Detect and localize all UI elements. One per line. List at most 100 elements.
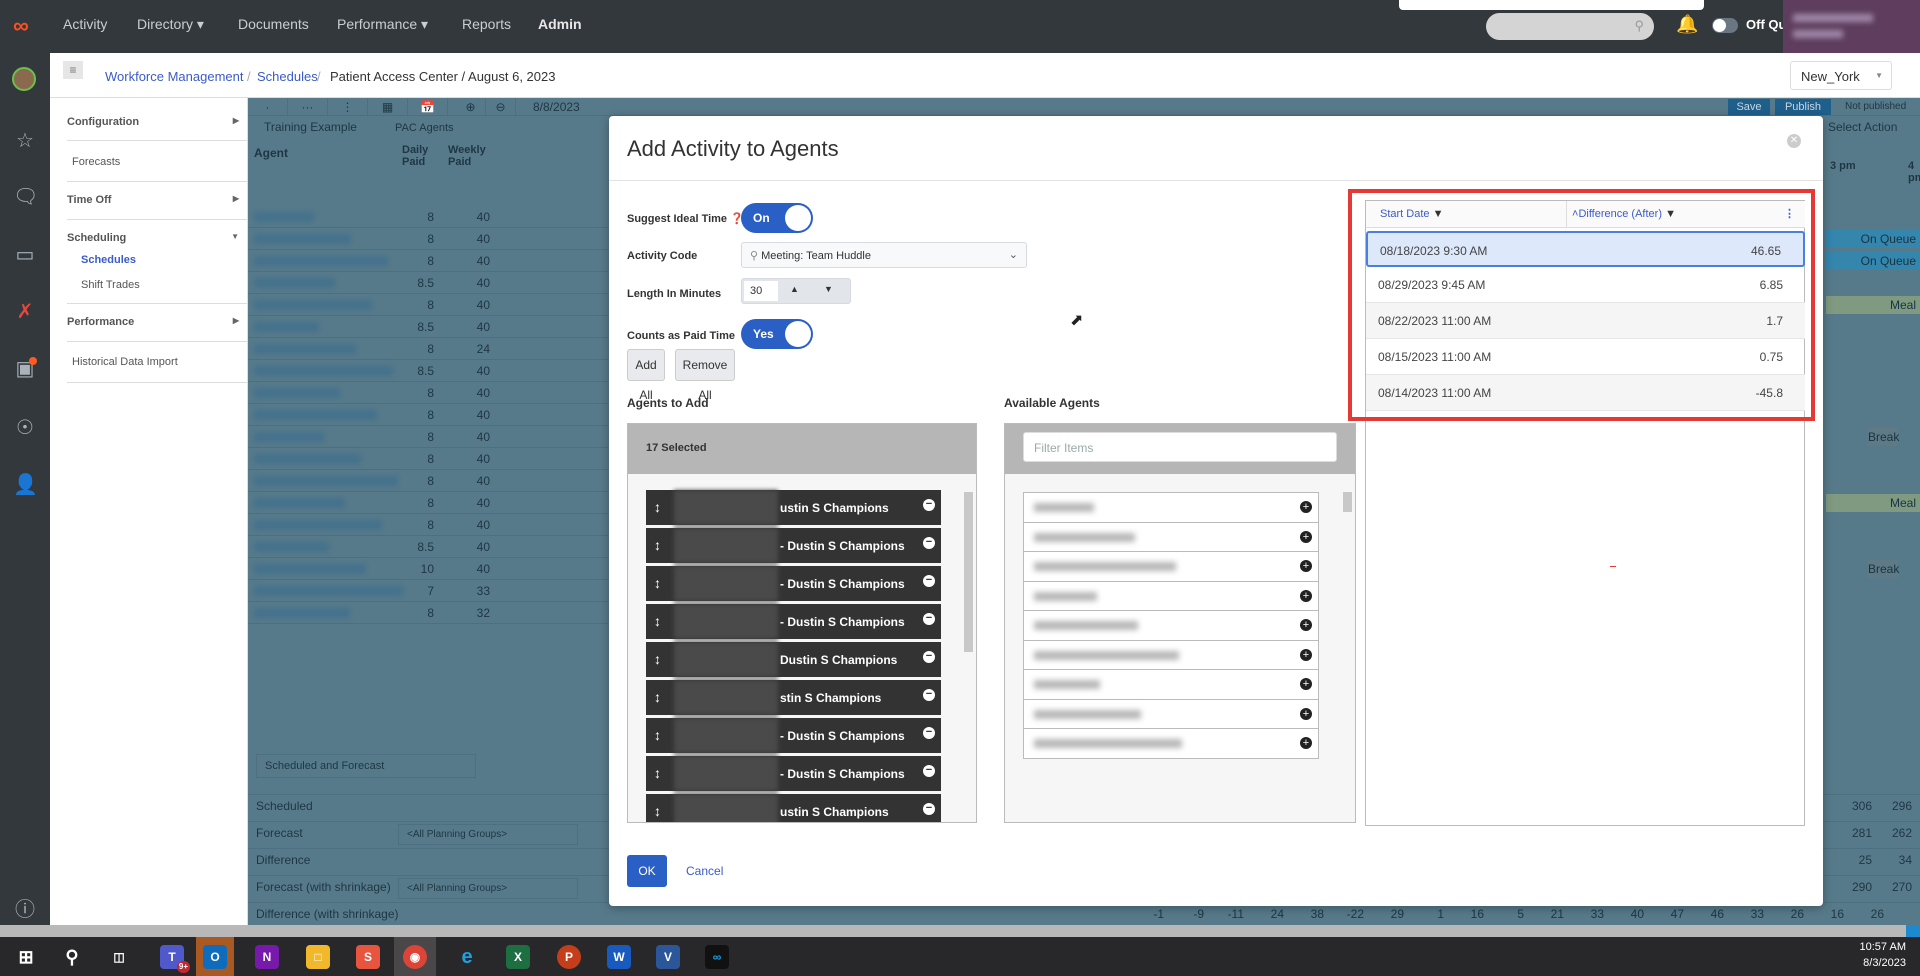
remove-icon[interactable]: − — [923, 727, 935, 739]
group-select[interactable]: PAC Agents — [395, 122, 454, 134]
selected-agent-item[interactable]: ↕ ustin S Champions − — [646, 490, 941, 525]
table-row[interactable]: 8 40 — [248, 382, 608, 404]
table-row[interactable]: 8 40 — [248, 426, 608, 448]
nav-directory[interactable]: Directory ▾ — [137, 16, 204, 33]
daily-paid-header[interactable]: Daily Paid — [402, 144, 438, 168]
drag-handle-icon[interactable]: ↕ — [654, 613, 661, 629]
sidebar-item-configuration[interactable]: Configuration ▶ — [67, 116, 247, 128]
remove-icon[interactable]: − — [923, 651, 935, 663]
table-row[interactable]: 7 33 — [248, 580, 608, 602]
cancel-button[interactable]: Cancel — [686, 864, 723, 878]
genesys-logo-icon[interactable]: ∞ — [13, 12, 33, 40]
sidebar-item-schedules[interactable]: Schedules — [81, 254, 136, 266]
add-icon[interactable]: + — [1300, 619, 1312, 631]
scenario-name[interactable]: Training Example — [264, 120, 357, 134]
schedule-activity-bar[interactable]: Break — [1868, 560, 1899, 578]
schedule-activity-bar[interactable]: On Queue — [1826, 230, 1920, 248]
search-icon[interactable]: ⚲ — [60, 945, 84, 969]
remove-icon[interactable]: − — [923, 575, 935, 587]
horizontal-scrollbar[interactable] — [0, 925, 1920, 937]
selected-agent-item[interactable]: ↕ - Dustin S Champions − — [646, 604, 941, 639]
task-view-icon[interactable]: ◫ — [107, 945, 131, 969]
nav-admin[interactable]: Admin — [538, 16, 582, 32]
available-agent-item[interactable]: + — [1023, 521, 1319, 553]
close-icon[interactable]: ✕ — [1787, 134, 1801, 148]
publish-button[interactable]: Publish — [1775, 99, 1831, 115]
scroll-thumb[interactable] — [1906, 925, 1920, 937]
table-row[interactable]: 8.5 40 — [248, 272, 608, 294]
onenote-icon[interactable]: N — [255, 945, 279, 969]
scrollbar-thumb[interactable] — [1343, 492, 1352, 512]
remove-icon[interactable]: − — [923, 689, 935, 701]
zoom-in-icon[interactable]: ⊕ — [456, 98, 486, 116]
selected-agent-item[interactable]: ↕ - Dustin S Champions − — [646, 718, 941, 753]
planning-group-select[interactable]: <All Planning Groups> — [398, 824, 578, 845]
decrement-icon[interactable]: ▼ — [824, 284, 833, 294]
table-row[interactable]: 8 40 — [248, 206, 608, 228]
table-row[interactable]: 8 40 — [248, 250, 608, 272]
table-row[interactable]: 8 40 — [248, 448, 608, 470]
queue-toggle[interactable] — [1712, 18, 1738, 33]
sidebar-item-forecasts[interactable]: Forecasts — [72, 156, 120, 168]
sidebar-item-time-off[interactable]: Time Off ▶ — [67, 194, 247, 206]
suggest-ideal-time-toggle[interactable]: On — [741, 203, 813, 233]
help-icon[interactable]: ⓘ — [13, 898, 37, 922]
menu-toggle-icon[interactable]: ≡ — [63, 61, 83, 79]
powerpoint-icon[interactable]: P — [557, 945, 581, 969]
activity-code-select[interactable]: ⚲ Meeting: Team Huddle ⌄ — [741, 242, 1027, 268]
chrome-icon[interactable]: ◉ — [403, 945, 427, 969]
selected-agent-item[interactable]: ↕ - Dustin S Champions − — [646, 528, 941, 563]
drag-handle-icon[interactable]: ↕ — [654, 537, 661, 553]
nav-activity[interactable]: Activity — [63, 16, 107, 32]
nav-performance[interactable]: Performance ▾ — [337, 16, 428, 33]
video-icon[interactable]: ▭ — [13, 243, 37, 267]
remove-icon[interactable]: − — [923, 803, 935, 815]
sidebar-item-performance[interactable]: Performance ▶ — [67, 316, 247, 328]
selected-agent-item[interactable]: ↕ stin S Champions − — [646, 680, 941, 715]
selected-agent-item[interactable]: ↕ - Dustin S Champions − — [646, 566, 941, 601]
planning-group-select[interactable]: <All Planning Groups> — [398, 878, 578, 899]
snagit-icon[interactable]: S — [356, 945, 380, 969]
remove-icon[interactable]: − — [923, 765, 935, 777]
system-clock[interactable]: 10:57 AM 8/3/2023 — [1860, 941, 1906, 969]
excel-icon[interactable]: X — [506, 945, 530, 969]
table-row[interactable]: 8 40 — [248, 228, 608, 250]
selected-agent-item[interactable]: ↕ ustin S Champions − — [646, 794, 941, 822]
counts-as-paid-toggle[interactable]: Yes — [741, 319, 813, 349]
bell-icon[interactable]: 🔔 — [1676, 14, 1698, 35]
chat-icon[interactable]: 🗨 — [13, 185, 38, 209]
table-row[interactable]: 8 40 — [248, 404, 608, 426]
drag-handle-icon[interactable]: ↕ — [654, 575, 661, 591]
schedule-activity-bar[interactable]: Break — [1868, 428, 1899, 446]
sidebar-item-scheduling[interactable]: Scheduling ▼ — [67, 232, 247, 244]
table-row[interactable]: 8.5 40 — [248, 360, 608, 382]
drag-handle-icon[interactable]: ↕ — [654, 765, 661, 781]
schedule-activity-bar[interactable]: Meal — [1826, 296, 1920, 314]
view-dot-button[interactable]: · — [248, 98, 288, 116]
table-row[interactable]: 8 40 — [248, 294, 608, 316]
available-agent-item[interactable]: + — [1023, 639, 1319, 671]
filter-items-input[interactable]: Filter Items — [1023, 432, 1337, 462]
length-input[interactable]: 30 — [744, 281, 778, 301]
file-explorer-icon[interactable]: □ — [306, 945, 330, 969]
save-button[interactable]: Save — [1728, 99, 1770, 115]
agent-column-header[interactable]: Agent — [254, 146, 288, 160]
visio-icon[interactable]: V — [656, 945, 680, 969]
windows-start-icon[interactable]: ⊞ — [14, 945, 38, 969]
calendar-icon[interactable]: 📅 — [408, 98, 448, 116]
drag-handle-icon[interactable]: ↕ — [654, 689, 661, 705]
date-field[interactable]: 8/8/2023 — [533, 100, 613, 114]
breadcrumb-schedules[interactable]: Schedules — [257, 69, 318, 84]
add-icon[interactable]: + — [1300, 648, 1312, 661]
drag-handle-icon[interactable]: ↕ — [654, 727, 661, 743]
inbox-icon[interactable]: ▣ — [13, 357, 37, 381]
table-row[interactable]: 8 40 — [248, 492, 608, 514]
phone-off-icon[interactable]: ✗ — [13, 300, 37, 324]
table-row[interactable]: 8 24 — [248, 338, 608, 360]
global-search-input[interactable]: ⚲ — [1486, 13, 1654, 40]
schedule-activity-bar[interactable]: Meal — [1826, 494, 1920, 512]
table-row[interactable]: 8 32 — [248, 602, 608, 624]
scrollbar-thumb[interactable] — [964, 492, 973, 652]
add-icon[interactable]: + — [1300, 678, 1312, 690]
remove-icon[interactable]: − — [923, 499, 935, 511]
